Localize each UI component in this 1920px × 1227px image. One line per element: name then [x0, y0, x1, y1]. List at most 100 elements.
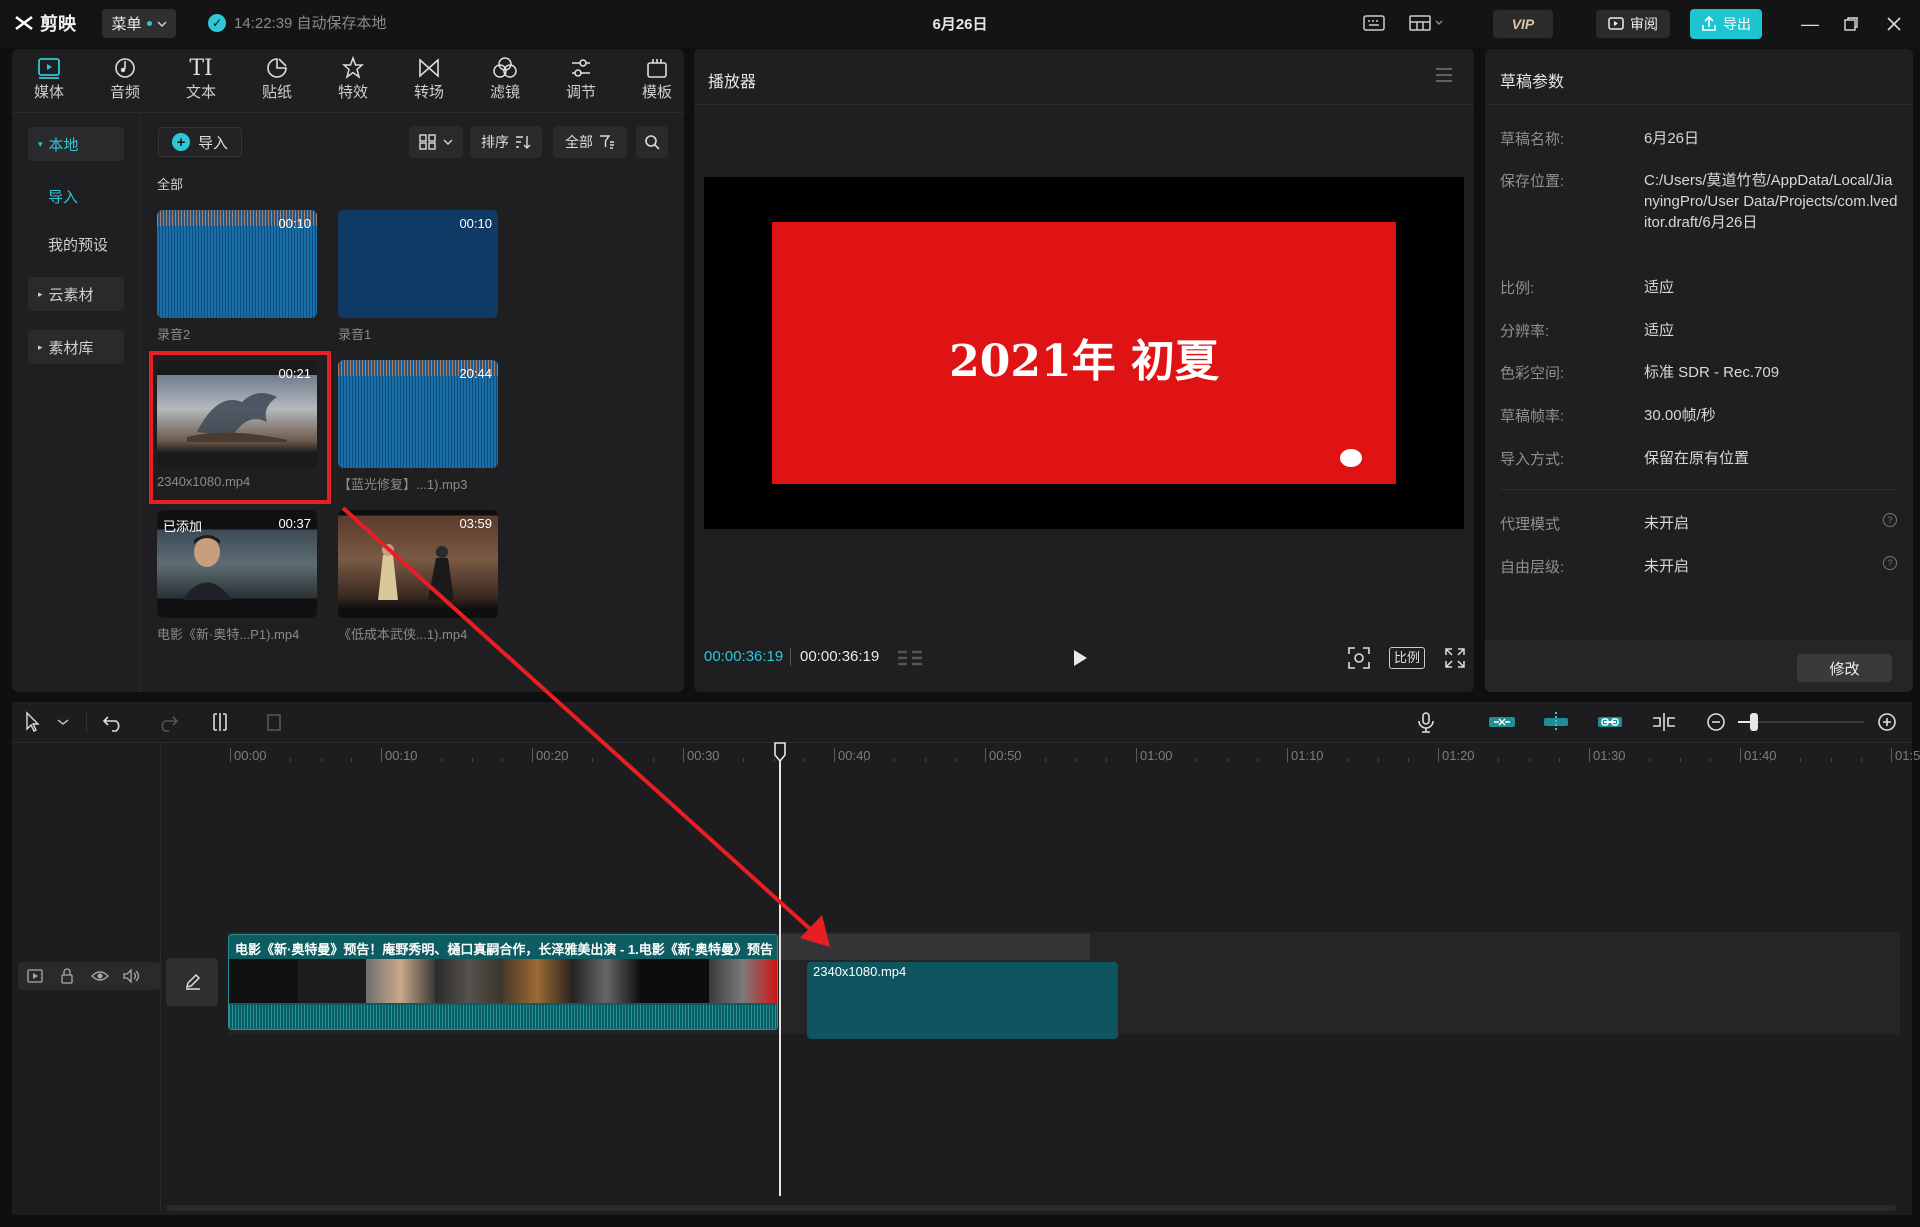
- ruler-subtick: [562, 758, 564, 762]
- sidebar-item-import[interactable]: 导入: [48, 186, 78, 207]
- main-track-magnet-icon[interactable]: [1487, 711, 1517, 733]
- param-label: 草稿名称:: [1500, 131, 1565, 148]
- vip-button[interactable]: VIP: [1493, 10, 1553, 38]
- current-time: 00:00:36:19: [704, 648, 784, 665]
- media-thumbnail[interactable]: 已添加 00:37: [157, 510, 317, 618]
- sidebar-item-cloud[interactable]: ▸ 云素材: [28, 277, 124, 311]
- autosave-text: 14:22:39 自动保存本地: [234, 15, 387, 32]
- chevron-down-icon[interactable]: [56, 711, 70, 733]
- select-cursor-icon[interactable]: [22, 711, 46, 733]
- microphone-icon[interactable]: [1414, 711, 1438, 733]
- playhead[interactable]: [779, 744, 781, 1196]
- menu-button[interactable]: 菜单: [102, 9, 176, 38]
- media-item-selected[interactable]: 00:21 2340x1080.mp4: [157, 360, 327, 489]
- tab-adjust[interactable]: 调节: [551, 55, 611, 103]
- tab-effects[interactable]: 特效: [323, 55, 383, 103]
- media-thumbnail[interactable]: 03:59: [338, 510, 498, 618]
- ruler-tick: [985, 748, 986, 762]
- minimize-icon[interactable]: —: [1800, 14, 1820, 34]
- view-mode-button[interactable]: [409, 126, 463, 158]
- media-thumbnail[interactable]: 00:10: [338, 210, 498, 318]
- tab-text[interactable]: TI 文本: [171, 55, 231, 103]
- media-thumbnail[interactable]: 20:44: [338, 360, 498, 468]
- review-button[interactable]: 审阅: [1596, 10, 1670, 38]
- track-video-icon[interactable]: [27, 969, 43, 983]
- undo-icon[interactable]: [102, 711, 126, 733]
- media-name: 电影《新·奥特...P1).mp4: [157, 627, 300, 642]
- layout-icon[interactable]: [1408, 12, 1444, 34]
- sidebar-item-my-presets[interactable]: 我的预设: [48, 234, 108, 255]
- filter-button[interactable]: 全部: [553, 126, 627, 158]
- tab-transition[interactable]: 转场: [399, 55, 459, 103]
- media-item[interactable]: 03:59 《低成本武侠...1).mp4: [338, 510, 508, 643]
- ruler-subtick: [652, 758, 654, 762]
- dragon-artwork: [187, 393, 287, 442]
- preview-axis-icon[interactable]: [1649, 711, 1679, 733]
- zoom-slider-thumb[interactable]: [1750, 713, 1758, 731]
- export-button[interactable]: 导出: [1690, 9, 1762, 39]
- tab-audio[interactable]: 音频: [95, 55, 155, 103]
- timecode-grid-icon[interactable]: [896, 648, 926, 668]
- timeline-clip[interactable]: 电影《新·奥特曼》预告！庵野秀明、樋口真嗣合作，长泽雅美出演 - 1.电影《新·…: [228, 934, 778, 1030]
- auto-snap-icon[interactable]: [1541, 711, 1571, 733]
- tab-label: 转场: [413, 84, 444, 101]
- ruler-subtick: [924, 758, 926, 762]
- fit-view-icon[interactable]: [1347, 646, 1371, 670]
- ruler-subtick: [592, 758, 594, 762]
- search-button[interactable]: [636, 126, 668, 158]
- modify-button[interactable]: 修改: [1797, 654, 1892, 682]
- sort-button[interactable]: 排序: [470, 126, 542, 158]
- ruler-subtick: [622, 758, 624, 762]
- actor-portrait: [182, 535, 232, 600]
- media-thumbnail[interactable]: 00:21: [157, 360, 317, 468]
- help-icon[interactable]: ?: [1883, 513, 1897, 527]
- keyboard-icon[interactable]: [1362, 12, 1386, 34]
- media-duration: 00:21: [278, 366, 311, 381]
- media-item[interactable]: 20:44 【蓝光修复】...1).mp3: [338, 360, 508, 493]
- media-thumbnail[interactable]: 00:10: [157, 210, 317, 318]
- aspect-ratio-button[interactable]: 比例: [1389, 647, 1425, 669]
- hamburger-menu-icon[interactable]: [1434, 66, 1454, 84]
- import-button[interactable]: + 导入: [158, 127, 242, 157]
- toolbar-divider: [12, 112, 684, 113]
- ruler-subtick: [1649, 758, 1651, 762]
- track-cover[interactable]: [166, 958, 218, 1006]
- media-item[interactable]: 00:10 录音2: [157, 210, 327, 343]
- lock-icon[interactable]: [60, 968, 74, 984]
- time-separator: [790, 648, 791, 666]
- sidebar-item-library[interactable]: ▸ 素材库: [28, 330, 124, 364]
- sidebar-item-local[interactable]: ▾ 本地: [28, 127, 124, 161]
- tab-filter[interactable]: 滤镜: [475, 55, 535, 103]
- tab-media[interactable]: 媒体: [19, 55, 79, 103]
- close-icon[interactable]: [1886, 16, 1902, 32]
- ruler-subtick: [441, 758, 443, 762]
- ruler-tick: [1287, 748, 1288, 762]
- volume-icon[interactable]: [123, 969, 141, 983]
- zoom-in-icon[interactable]: [1875, 711, 1899, 733]
- dragged-clip[interactable]: 2340x1080.mp4: [807, 962, 1118, 1039]
- clip-frame: [297, 959, 366, 1003]
- media-item[interactable]: 已添加 00:37 电影《新·奥特...P1).mp4: [157, 510, 327, 643]
- ruler-subtick: [471, 758, 473, 762]
- media-duration: 00:10: [459, 216, 492, 231]
- redo-icon[interactable]: [155, 711, 179, 733]
- media-item[interactable]: 00:10 录音1: [338, 210, 508, 343]
- play-icon[interactable]: [1071, 648, 1089, 668]
- zoom-out-icon[interactable]: [1704, 711, 1728, 733]
- restore-icon[interactable]: [1843, 16, 1859, 32]
- media-duration: 20:44: [459, 366, 492, 381]
- fullscreen-icon[interactable]: [1444, 647, 1466, 669]
- ruler-tick: [1136, 748, 1137, 762]
- tab-sticker[interactable]: 贴纸: [247, 55, 307, 103]
- tab-label: 贴纸: [261, 84, 292, 101]
- eye-icon[interactable]: [91, 969, 109, 983]
- playhead-handle-icon[interactable]: [773, 742, 787, 762]
- ruler-tick: [1740, 748, 1741, 762]
- help-icon[interactable]: ?: [1883, 556, 1897, 570]
- clip-frame: [503, 959, 572, 1003]
- split-icon[interactable]: [208, 711, 232, 733]
- tab-template[interactable]: 模板: [627, 55, 687, 103]
- linkage-icon[interactable]: [1595, 711, 1625, 733]
- timeline-scrollbar[interactable]: [166, 1205, 1896, 1211]
- delete-icon[interactable]: [262, 711, 286, 733]
